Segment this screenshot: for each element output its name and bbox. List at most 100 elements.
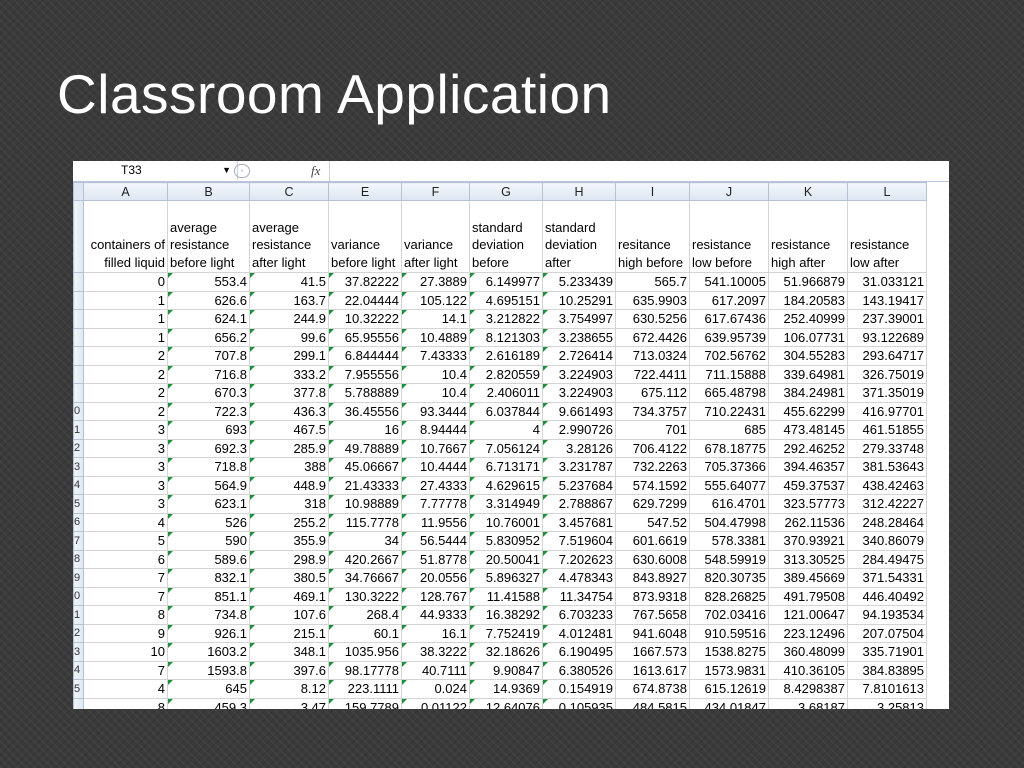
table-cell[interactable]: 3.28126 (542, 438, 616, 458)
table-cell[interactable]: 237.39001 (847, 309, 927, 329)
table-cell[interactable]: 128.767 (401, 586, 470, 606)
table-cell[interactable]: 711.15888 (689, 364, 769, 384)
table-cell[interactable]: 10.4444 (401, 457, 470, 477)
table-cell[interactable]: 0.024 (401, 679, 470, 699)
table-cell[interactable]: 326.75019 (847, 364, 927, 384)
table-cell[interactable]: 389.45669 (768, 568, 848, 588)
table-cell[interactable]: 384.24981 (768, 383, 848, 403)
table-cell[interactable]: 473.48145 (768, 420, 848, 440)
table-cell[interactable]: 323.57773 (768, 494, 848, 514)
table-cell[interactable]: 248.28464 (847, 512, 927, 532)
table-cell[interactable]: 6.037844 (469, 401, 543, 421)
table-cell[interactable]: 284.49475 (847, 549, 927, 569)
table-cell[interactable]: 318 (249, 494, 329, 514)
row-header[interactable]: 8 (73, 549, 84, 569)
table-cell[interactable]: 564.9 (167, 475, 250, 495)
row-header[interactable]: 4 (73, 475, 84, 495)
table-cell[interactable]: 565.7 (615, 272, 690, 292)
table-cell[interactable]: 3.457681 (542, 512, 616, 532)
table-cell[interactable]: 27.4333 (401, 475, 470, 495)
table-cell[interactable]: 0.105935 (542, 697, 616, 709)
table-cell[interactable]: 590 (167, 531, 250, 551)
table-cell[interactable]: 553.4 (167, 272, 250, 292)
table-cell[interactable]: 630.5256 (615, 309, 690, 329)
row-header[interactable]: 7 (73, 531, 84, 551)
table-cell[interactable]: 285.9 (249, 438, 329, 458)
header-cell[interactable]: variance before light (328, 200, 402, 273)
table-cell[interactable]: 10.4889 (401, 327, 470, 347)
table-cell[interactable]: 1573.9831 (689, 660, 769, 680)
table-cell[interactable]: 40.7111 (401, 660, 470, 680)
table-cell[interactable]: 615.12619 (689, 679, 769, 699)
table-cell[interactable]: 3.238655 (542, 327, 616, 347)
table-cell[interactable]: 11.34754 (542, 586, 616, 606)
table-cell[interactable]: 335.71901 (847, 642, 927, 662)
table-cell[interactable]: 397.6 (249, 660, 329, 680)
table-cell[interactable]: 388 (249, 457, 329, 477)
table-cell[interactable]: 2.788867 (542, 494, 616, 514)
table-cell[interactable]: 22.04444 (328, 290, 402, 310)
table-cell[interactable]: 304.55283 (768, 346, 848, 366)
table-cell[interactable]: 292.46252 (768, 438, 848, 458)
table-cell[interactable]: 333.2 (249, 364, 329, 384)
table-cell[interactable]: 299.1 (249, 346, 329, 366)
table-cell[interactable]: 377.8 (249, 383, 329, 403)
table-cell[interactable]: 1 (83, 327, 168, 347)
header-cell[interactable]: resitance high before (615, 200, 690, 273)
table-cell[interactable]: 910.59516 (689, 623, 769, 643)
table-cell[interactable]: 467.5 (249, 420, 329, 440)
table-cell[interactable]: 710.22431 (689, 401, 769, 421)
table-cell[interactable]: 115.7778 (328, 512, 402, 532)
table-cell[interactable]: 670.3 (167, 383, 250, 403)
header-cell[interactable]: resistance low after (847, 200, 927, 273)
table-cell[interactable]: 5.896327 (469, 568, 543, 588)
table-cell[interactable]: 380.5 (249, 568, 329, 588)
table-cell[interactable]: 8.4298387 (768, 679, 848, 699)
table-cell[interactable]: 340.86079 (847, 531, 927, 551)
table-cell[interactable]: 6.380526 (542, 660, 616, 680)
table-cell[interactable]: 4.478343 (542, 568, 616, 588)
table-cell[interactable]: 685 (689, 420, 769, 440)
table-cell[interactable]: 656.2 (167, 327, 250, 347)
table-cell[interactable]: 2.990726 (542, 420, 616, 440)
table-cell[interactable]: 16.1 (401, 623, 470, 643)
table-cell[interactable]: 51.8778 (401, 549, 470, 569)
table-cell[interactable]: 93.3444 (401, 401, 470, 421)
row-header[interactable]: 3 (73, 642, 84, 662)
table-cell[interactable]: 3.212822 (469, 309, 543, 329)
table-cell[interactable]: 4.629615 (469, 475, 543, 495)
table-cell[interactable]: 215.1 (249, 623, 329, 643)
table-cell[interactable]: 6.703233 (542, 605, 616, 625)
table-cell[interactable]: 832.1 (167, 568, 250, 588)
column-header-b[interactable]: B (167, 182, 250, 201)
table-cell[interactable]: 469.1 (249, 586, 329, 606)
table-cell[interactable]: 491.79508 (768, 586, 848, 606)
table-cell[interactable]: 298.9 (249, 549, 329, 569)
table-cell[interactable]: 617.67436 (689, 309, 769, 329)
table-cell[interactable]: 722.4411 (615, 364, 690, 384)
row-header[interactable]: 2 (73, 438, 84, 458)
table-cell[interactable]: 32.18626 (469, 642, 543, 662)
table-cell[interactable]: 130.3222 (328, 586, 402, 606)
table-cell[interactable]: 448.9 (249, 475, 329, 495)
table-cell[interactable]: 3.754997 (542, 309, 616, 329)
row-header[interactable]: 0 (73, 401, 84, 421)
table-cell[interactable]: 7 (83, 568, 168, 588)
table-cell[interactable]: 2 (83, 383, 168, 403)
table-cell[interactable]: 106.07731 (768, 327, 848, 347)
table-cell[interactable]: 678.18775 (689, 438, 769, 458)
table-cell[interactable]: 3.224903 (542, 364, 616, 384)
table-cell[interactable]: 2.726414 (542, 346, 616, 366)
table-cell[interactable]: 616.4701 (689, 494, 769, 514)
table-cell[interactable]: 722.3 (167, 401, 250, 421)
table-cell[interactable]: 3.47 (249, 697, 329, 709)
table-cell[interactable]: 207.07504 (847, 623, 927, 643)
table-cell[interactable]: 629.7299 (615, 494, 690, 514)
table-cell[interactable]: 49.78889 (328, 438, 402, 458)
table-cell[interactable]: 223.12496 (768, 623, 848, 643)
table-cell[interactable]: 3.68187 (768, 697, 848, 709)
table-cell[interactable]: 578.3381 (689, 531, 769, 551)
table-cell[interactable]: 7.43333 (401, 346, 470, 366)
row-header[interactable] (73, 697, 84, 709)
table-cell[interactable]: 718.8 (167, 457, 250, 477)
